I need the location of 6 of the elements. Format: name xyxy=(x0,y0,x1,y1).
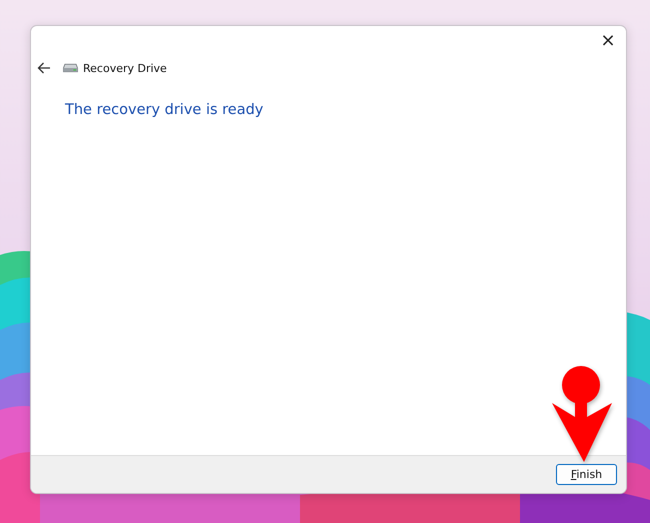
page-heading: The recovery drive is ready xyxy=(65,102,264,118)
finish-button[interactable]: Finish xyxy=(556,464,617,485)
window-title: Recovery Drive xyxy=(83,62,167,74)
drive-icon xyxy=(63,63,78,73)
close-button[interactable]: × xyxy=(590,26,626,54)
back-arrow-icon[interactable] xyxy=(37,62,51,74)
